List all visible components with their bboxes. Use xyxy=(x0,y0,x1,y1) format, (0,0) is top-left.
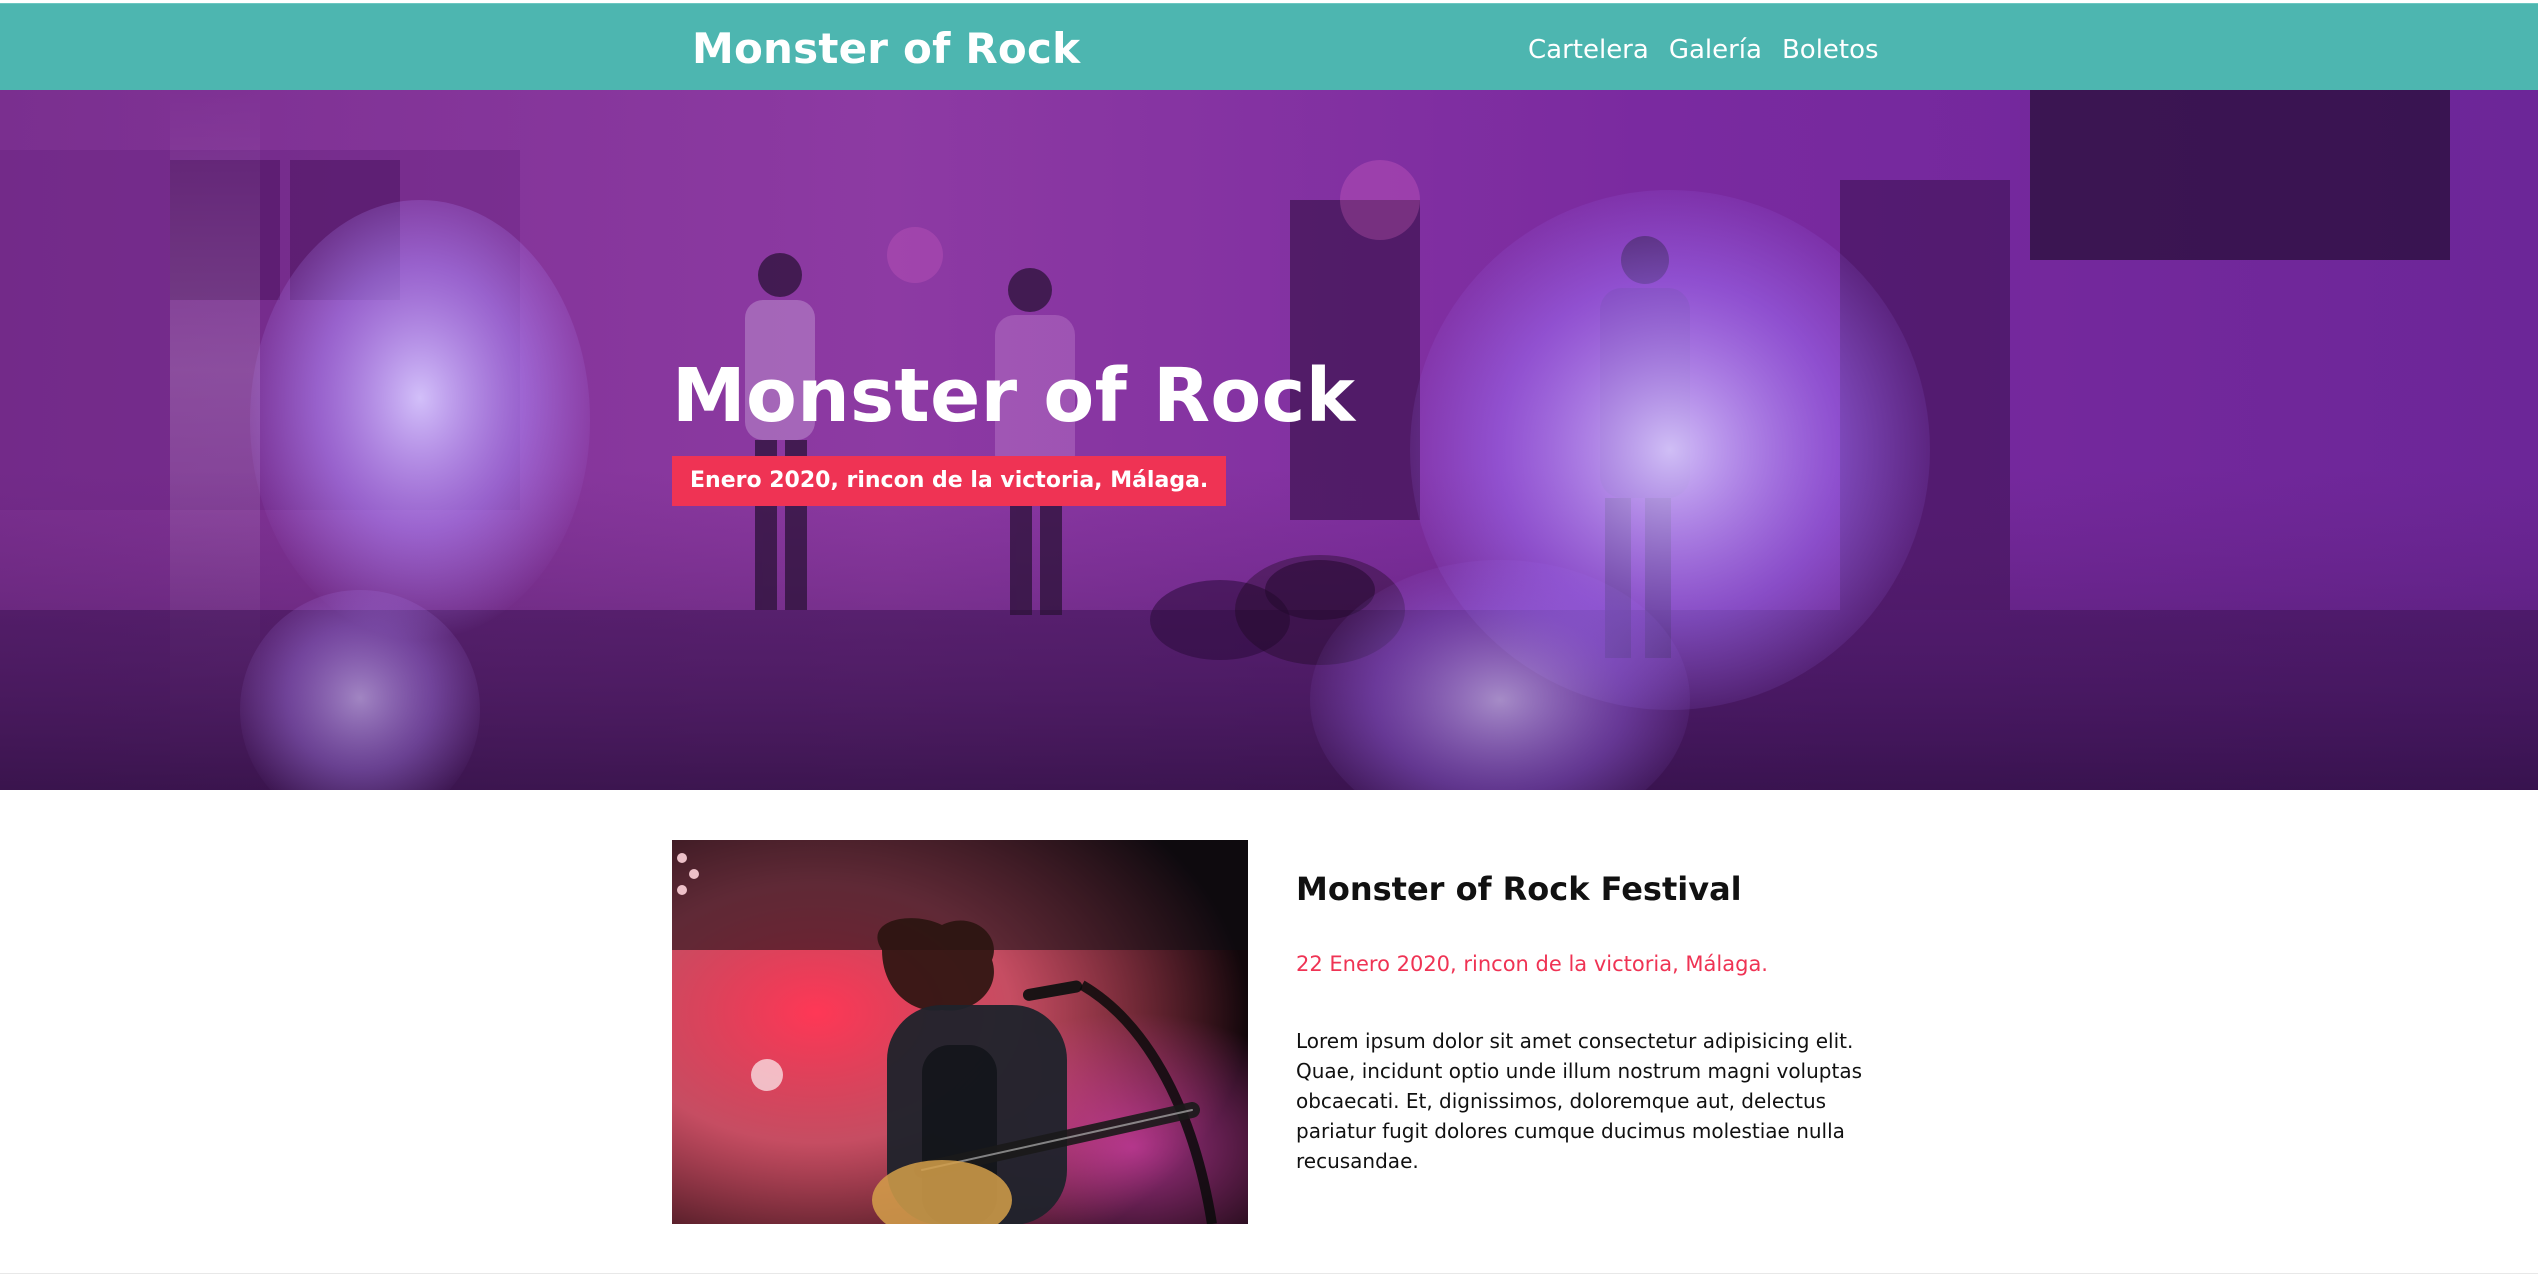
featured-performer-image xyxy=(672,840,1248,1224)
section-divider xyxy=(0,1273,2538,1274)
hero-banner: Monster of Rock Enero 2020, rincon de la… xyxy=(0,90,2538,790)
event-date: 22 Enero 2020, rincon de la victoria, Má… xyxy=(1296,952,1768,976)
nav-link-cartelera[interactable]: Cartelera xyxy=(1528,34,1649,66)
nav-link-boletos[interactable]: Boletos xyxy=(1782,34,1879,66)
event-title: Monster of Rock Festival xyxy=(1296,870,1742,908)
hero-date-badge: Enero 2020, rincon de la victoria, Málag… xyxy=(672,456,1227,506)
event-description: Lorem ipsum dolor sit amet consectetur a… xyxy=(1296,1029,1862,1173)
hero-concert-image xyxy=(0,90,2538,790)
event-section: Monster of Rock Festival 22 Enero 2020, … xyxy=(0,790,2538,1274)
site-brand[interactable]: Monster of Rock xyxy=(692,24,1080,73)
top-navbar: Monster of Rock Cartelera Galería Boleto… xyxy=(0,3,2538,91)
main-nav: Cartelera Galería Boletos xyxy=(1528,34,1879,66)
featured-image-graphic xyxy=(672,840,1248,1224)
hero-title: Monster of Rock xyxy=(672,353,1356,439)
nav-link-galeria[interactable]: Galería xyxy=(1669,34,1762,66)
event-info: Monster of Rock Festival 22 Enero 2020, … xyxy=(1296,870,1916,1176)
